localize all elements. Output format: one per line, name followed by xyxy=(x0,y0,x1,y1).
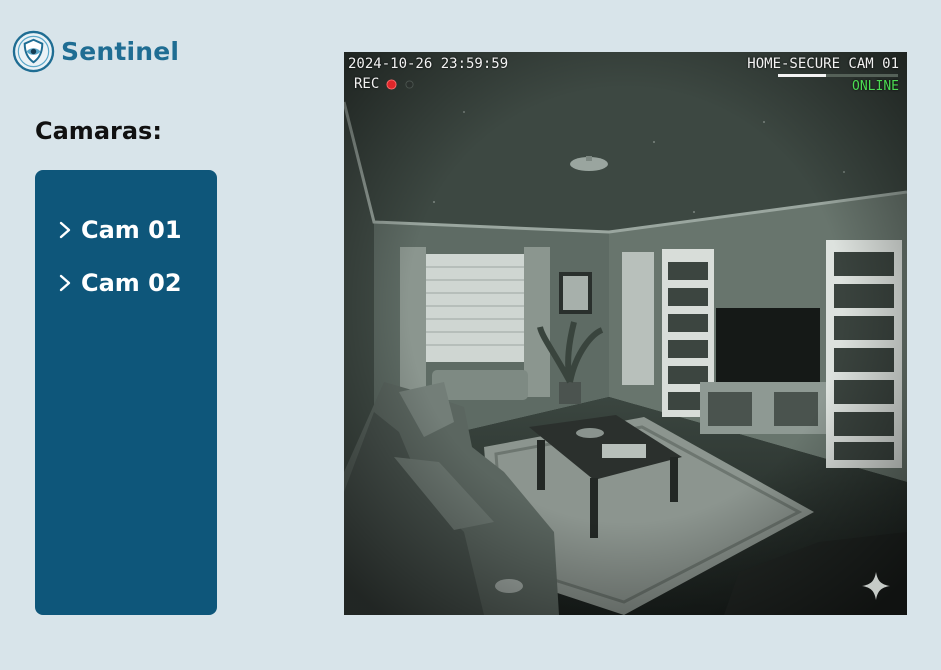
section-title: Camaras: xyxy=(35,117,162,145)
camera-list: Cam 01 Cam 02 xyxy=(57,215,182,321)
camera-item-label: Cam 02 xyxy=(81,269,182,297)
sparkle-icon xyxy=(862,572,890,600)
recording-indicator: REC xyxy=(354,77,414,91)
brand-logo: Sentinel xyxy=(12,28,179,74)
camera-item-cam-01[interactable]: Cam 01 xyxy=(57,215,182,245)
record-dot-icon xyxy=(386,78,397,90)
feed-timestamp: 2024-10-26 23:59:59 xyxy=(348,56,509,72)
rec-label: REC xyxy=(354,76,380,92)
camera-name: HOME-SECURE CAM 01 xyxy=(747,56,899,72)
living-room-feed-image xyxy=(344,52,907,615)
camera-item-cam-02[interactable]: Cam 02 xyxy=(57,268,182,298)
shield-eye-icon xyxy=(12,30,55,72)
connection-status: ONLINE xyxy=(852,79,899,94)
signal-strength-bar xyxy=(778,74,898,77)
camera-feed[interactable]: 2024-10-26 23:59:59 REC HOME-SECURE CAM … xyxy=(344,52,907,615)
standby-dot-icon xyxy=(405,79,414,89)
chevron-right-icon xyxy=(59,221,71,239)
camera-list-panel: Cam 01 Cam 02 xyxy=(35,170,217,615)
camera-item-label: Cam 01 xyxy=(81,216,182,244)
brand-name: Sentinel xyxy=(61,36,180,66)
signal-strength-fill xyxy=(778,74,826,77)
chevron-right-icon xyxy=(59,274,71,292)
